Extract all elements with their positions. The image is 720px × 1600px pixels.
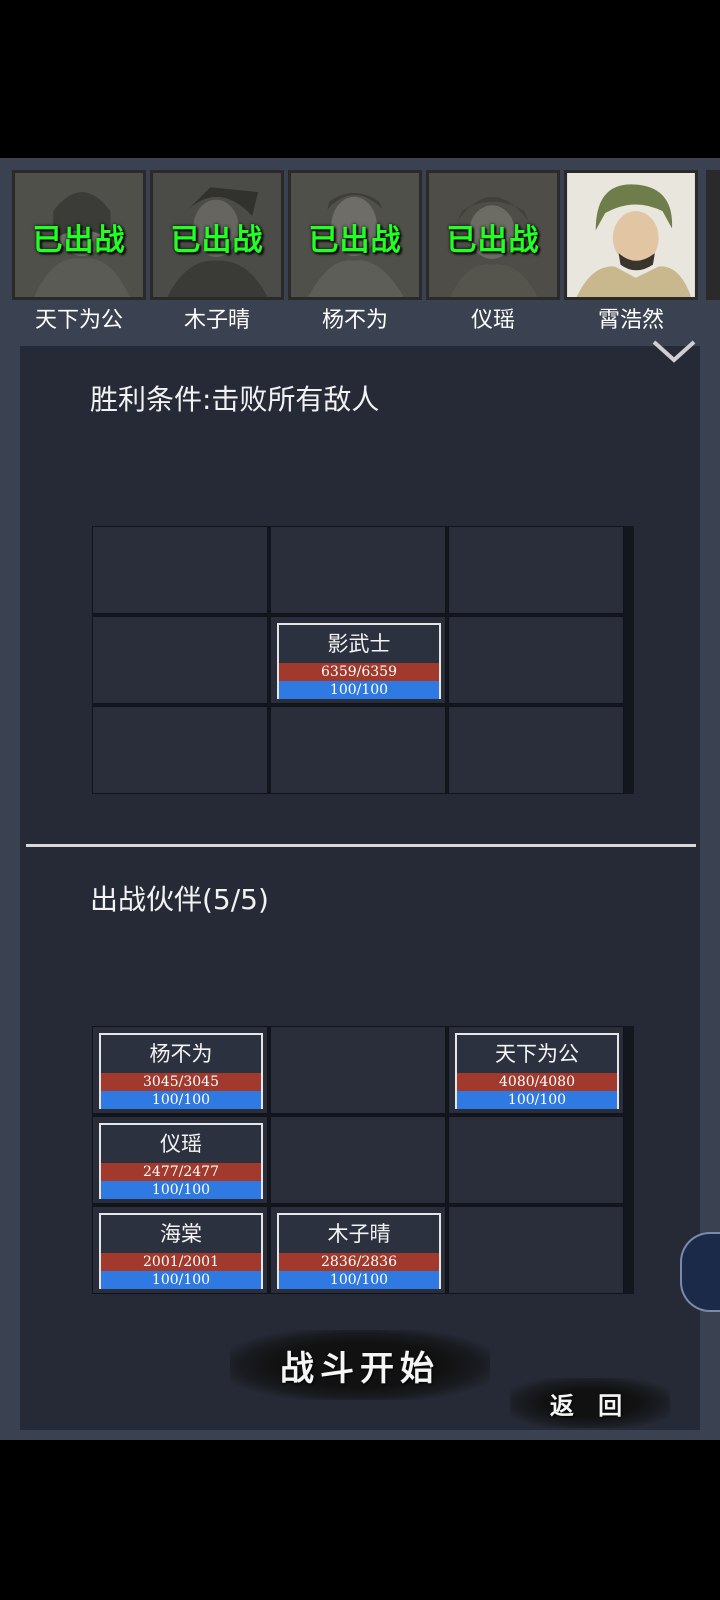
hp-bar: 2001/2001	[101, 1253, 261, 1271]
portrait-card[interactable]: 已出战	[12, 170, 146, 300]
formation-cell[interactable]: 木子晴 2836/2836 100/100	[270, 1206, 446, 1294]
mp-bar: 100/100	[101, 1181, 261, 1199]
hp-bar: 4080/4080	[457, 1073, 617, 1091]
formation-cell[interactable]: 天下为公 4080/4080 100/100	[448, 1026, 624, 1114]
hp-bar: 6359/6359	[279, 663, 439, 681]
formation-cell[interactable]	[270, 1026, 446, 1114]
chevron-down-icon[interactable]	[650, 336, 698, 366]
portrait-name: 木子晴	[183, 308, 250, 333]
mp-bar: 100/100	[457, 1091, 617, 1109]
formation-cell	[270, 706, 446, 794]
unit-name: 仪瑶	[160, 1132, 202, 1156]
hp-bar: 3045/3045	[101, 1073, 261, 1091]
character-portrait-icon	[567, 173, 695, 297]
formation-cell[interactable]	[448, 1116, 624, 1204]
hp-bar: 2477/2477	[101, 1163, 261, 1181]
formation-cell	[448, 526, 624, 614]
formation-cell	[92, 526, 268, 614]
section-divider	[26, 844, 696, 847]
formation-cell	[448, 706, 624, 794]
portrait-name: 霄浩然	[597, 308, 664, 333]
unit-name: 影武士	[327, 632, 391, 656]
formation-cell[interactable]: 仪瑶 2477/2477 100/100	[92, 1116, 268, 1204]
deployed-badge: 已出战	[308, 223, 402, 258]
portrait-card[interactable]: 已出战	[426, 170, 560, 300]
formation-cell[interactable]: 杨不为 3045/3045 100/100	[92, 1026, 268, 1114]
start-battle-button[interactable]: 战斗开始	[230, 1330, 490, 1400]
ally-unit-card[interactable]: 杨不为 3045/3045 100/100	[99, 1033, 263, 1109]
deployed-badge: 已出战	[446, 223, 540, 258]
formation-cell: 影武士 6359/6359 100/100	[270, 616, 446, 704]
allies-title: 出战伙伴(5/5)	[90, 883, 269, 916]
formation-cell	[92, 616, 268, 704]
unit-name: 天下为公	[495, 1042, 579, 1066]
next-portrait-peek	[706, 170, 720, 300]
side-menu-tab[interactable]	[680, 1232, 720, 1312]
mp-bar: 100/100	[279, 681, 439, 699]
portrait-card[interactable]	[564, 170, 698, 300]
formation-cell[interactable]: 海棠 2001/2001 100/100	[92, 1206, 268, 1294]
back-button[interactable]: 返 回	[510, 1378, 670, 1428]
hp-bar: 2836/2836	[279, 1253, 439, 1271]
portrait-card[interactable]: 已出战	[150, 170, 284, 300]
ally-unit-card[interactable]: 仪瑶 2477/2477 100/100	[99, 1123, 263, 1199]
formation-cell	[92, 706, 268, 794]
formation-cell[interactable]	[270, 1116, 446, 1204]
unit-name: 海棠	[160, 1222, 202, 1246]
formation-cell[interactable]	[448, 1206, 624, 1294]
portrait-name: 天下为公	[34, 308, 123, 333]
mp-bar: 100/100	[101, 1091, 261, 1109]
portrait-name: 仪瑶	[470, 308, 515, 333]
mp-bar: 100/100	[101, 1271, 261, 1289]
ally-unit-card[interactable]: 木子晴 2836/2836 100/100	[277, 1213, 441, 1289]
unit-name: 木子晴	[327, 1222, 391, 1246]
deployed-badge: 已出战	[170, 223, 264, 258]
deployed-badge: 已出战	[32, 223, 126, 258]
formation-cell	[270, 526, 446, 614]
ally-formation-grid: 杨不为 3045/3045 100/100 天下为公 4080/4080 100…	[92, 1026, 634, 1294]
unit-name: 杨不为	[149, 1042, 213, 1066]
victory-condition: 胜利条件:击败所有敌人	[90, 383, 380, 416]
enemy-unit-card[interactable]: 影武士 6359/6359 100/100	[277, 623, 441, 699]
portrait-name: 杨不为	[321, 308, 388, 333]
mp-bar: 100/100	[279, 1271, 439, 1289]
formation-cell	[448, 616, 624, 704]
ally-unit-card[interactable]: 海棠 2001/2001 100/100	[99, 1213, 263, 1289]
ally-unit-card[interactable]: 天下为公 4080/4080 100/100	[455, 1033, 619, 1109]
enemy-formation-grid: 影武士 6359/6359 100/100	[92, 526, 634, 794]
portrait-card[interactable]: 已出战	[288, 170, 422, 300]
